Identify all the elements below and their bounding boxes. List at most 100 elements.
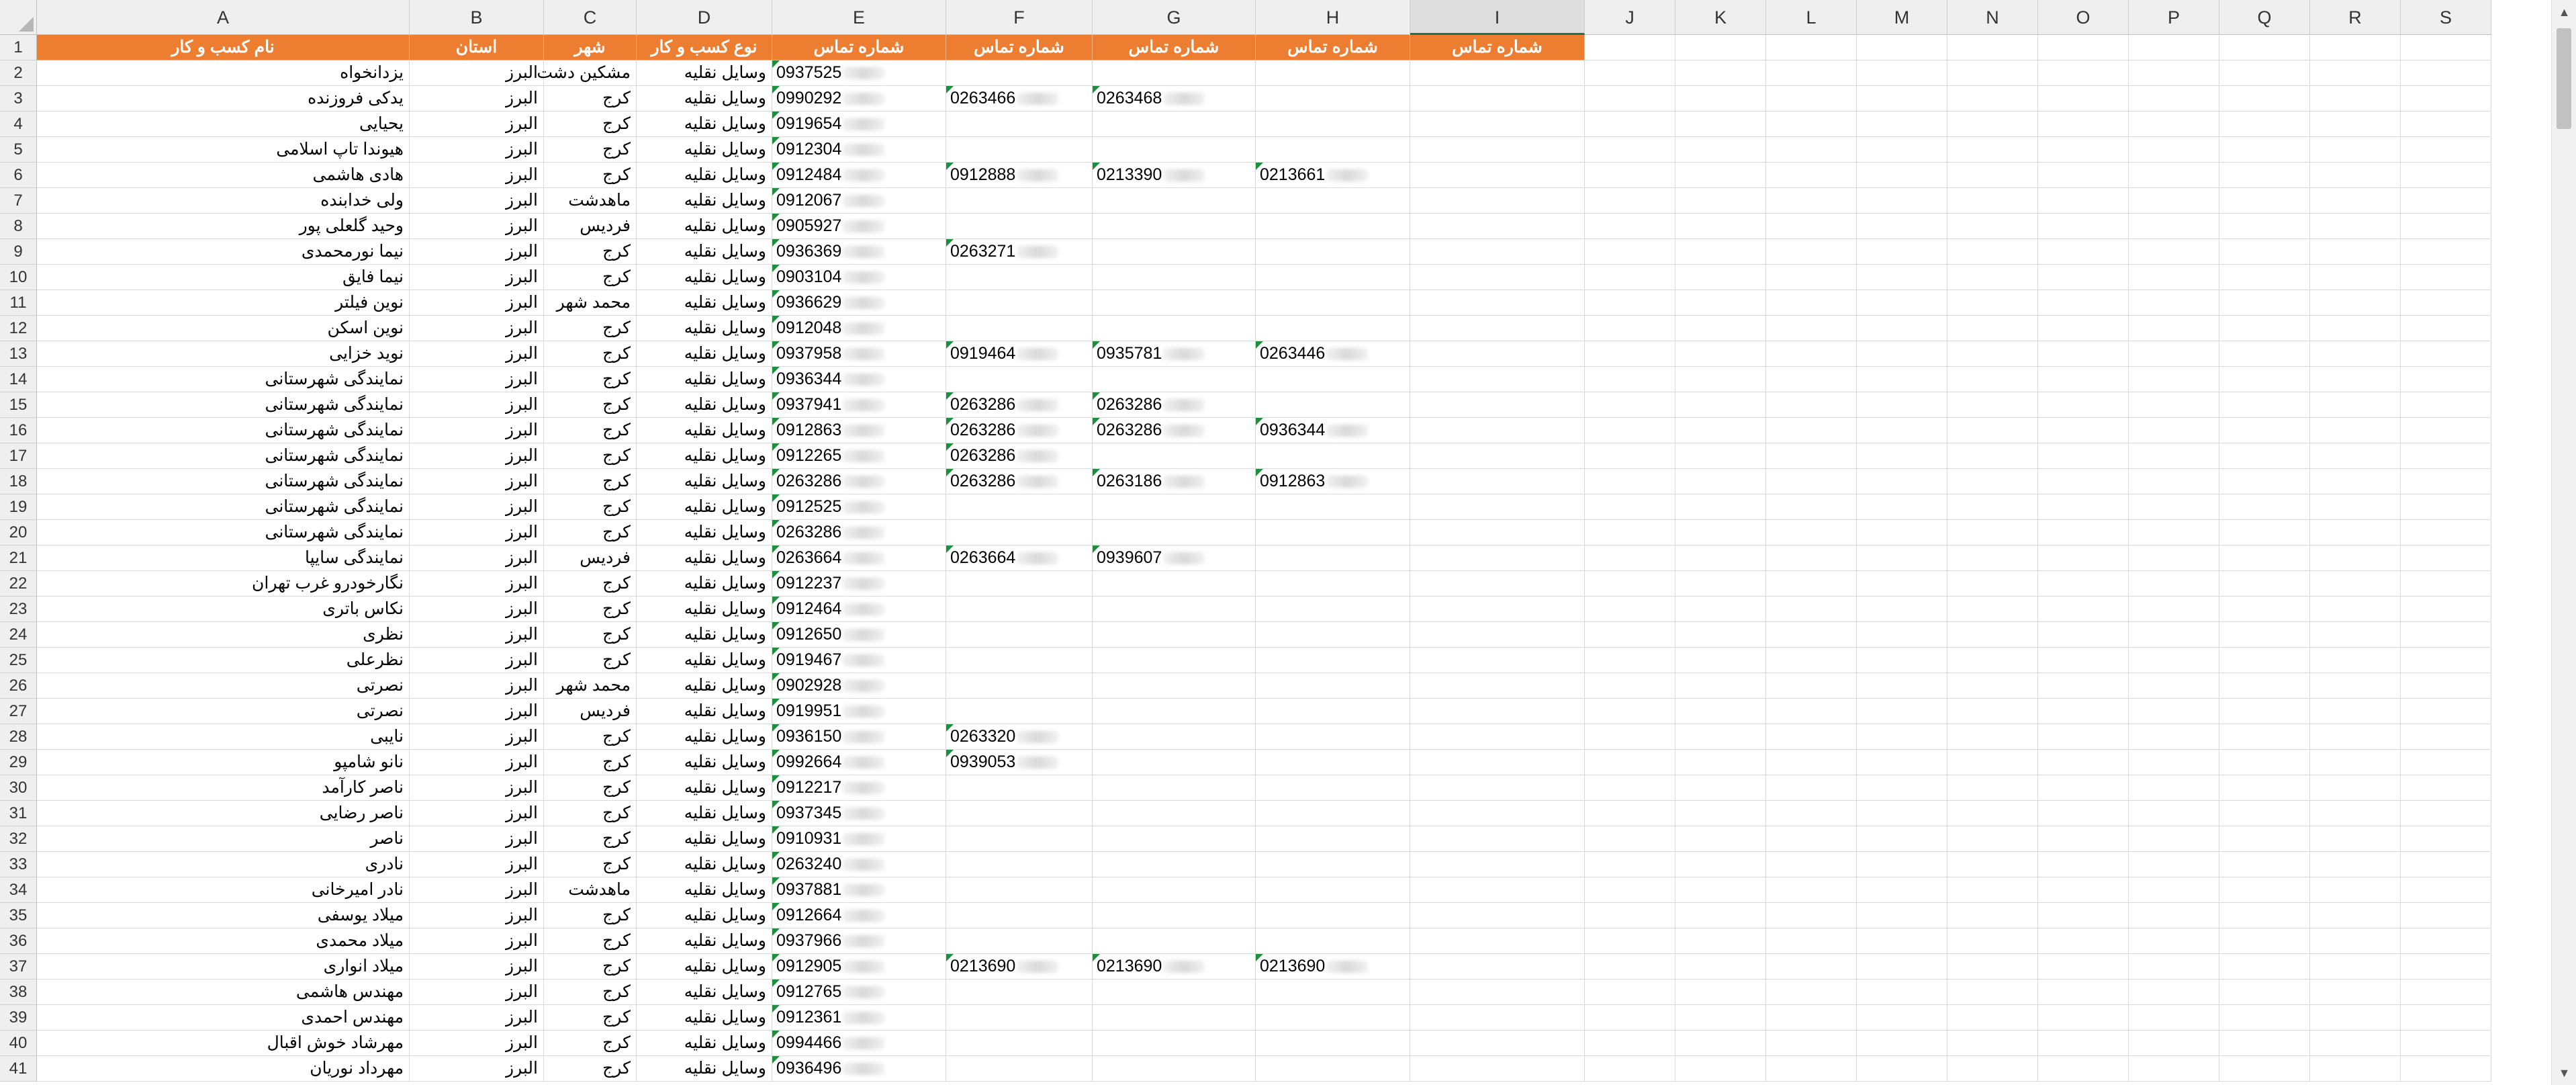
row-header[interactable]: 30	[0, 775, 37, 801]
empty-cell[interactable]	[2038, 1031, 2129, 1056]
empty-cell[interactable]	[2129, 546, 2219, 571]
business-type-cell[interactable]: وسایل نقلیه	[637, 214, 772, 239]
empty-cell[interactable]	[2401, 214, 2491, 239]
row-header[interactable]: 36	[0, 928, 37, 954]
province-cell[interactable]: البرز	[410, 520, 544, 546]
phone-cell[interactable]: 0912304	[772, 137, 946, 163]
city-cell[interactable]: کرج	[544, 724, 637, 750]
phone-cell[interactable]: 0912905	[772, 954, 946, 980]
empty-cell[interactable]	[1585, 137, 1675, 163]
empty-cell[interactable]	[2401, 852, 2491, 877]
empty-cell[interactable]	[1947, 928, 2038, 954]
empty-cell[interactable]	[2129, 673, 2219, 699]
row-header[interactable]: 10	[0, 265, 37, 290]
empty-cell[interactable]	[2310, 775, 2401, 801]
phone-cell[interactable]	[946, 1031, 1093, 1056]
empty-cell[interactable]	[1585, 112, 1675, 137]
phone-cell[interactable]	[1410, 775, 1585, 801]
city-cell[interactable]: کرج	[544, 903, 637, 928]
empty-cell[interactable]	[1766, 367, 1857, 392]
phone-cell[interactable]	[1093, 1056, 1256, 1082]
business-type-cell[interactable]: وسایل نقلیه	[637, 852, 772, 877]
empty-cell[interactable]	[1585, 443, 1675, 469]
city-cell[interactable]: کرج	[544, 86, 637, 112]
business-name-cell[interactable]: نظری	[37, 622, 410, 648]
empty-cell[interactable]	[2401, 60, 2491, 86]
phone-cell[interactable]: 0263286	[772, 520, 946, 546]
row-header[interactable]: 18	[0, 469, 37, 494]
empty-cell[interactable]	[1947, 724, 2038, 750]
empty-cell[interactable]	[1585, 214, 1675, 239]
phone-cell[interactable]	[1410, 571, 1585, 597]
empty-cell[interactable]	[1947, 750, 2038, 775]
business-type-cell[interactable]: وسایل نقلیه	[637, 265, 772, 290]
business-name-cell[interactable]: نکاس باتری	[37, 597, 410, 622]
business-name-cell[interactable]: یزدانخواه	[37, 60, 410, 86]
phone-cell[interactable]: 0912217	[772, 775, 946, 801]
empty-cell[interactable]	[2401, 801, 2491, 826]
empty-cell[interactable]	[1857, 724, 1947, 750]
empty-cell[interactable]	[2219, 265, 2310, 290]
empty-cell[interactable]	[1766, 341, 1857, 367]
phone-cell[interactable]: 0937941	[772, 392, 946, 418]
business-name-cell[interactable]: نمایندگی شهرستانی	[37, 494, 410, 520]
empty-cell[interactable]	[1947, 1005, 2038, 1031]
phone-cell[interactable]	[1093, 188, 1256, 214]
scroll-thumb[interactable]	[2557, 28, 2571, 129]
city-cell[interactable]: کرج	[544, 341, 637, 367]
row-header[interactable]: 12	[0, 316, 37, 341]
empty-cell[interactable]	[2310, 494, 2401, 520]
phone-cell[interactable]	[946, 571, 1093, 597]
business-type-cell[interactable]: وسایل نقلیه	[637, 188, 772, 214]
city-cell[interactable]: فردیس	[544, 699, 637, 724]
business-type-cell[interactable]: وسایل نقلیه	[637, 597, 772, 622]
empty-cell[interactable]	[1857, 775, 1947, 801]
empty-cell[interactable]	[2401, 443, 2491, 469]
empty-cell[interactable]	[2219, 1056, 2310, 1082]
empty-cell[interactable]	[2219, 903, 2310, 928]
phone-cell[interactable]	[946, 60, 1093, 86]
empty-cell[interactable]	[2401, 163, 2491, 188]
empty-cell[interactable]	[2310, 341, 2401, 367]
row-header[interactable]: 41	[0, 1056, 37, 1082]
empty-cell[interactable]	[2219, 239, 2310, 265]
column-header-s[interactable]: S	[2401, 0, 2491, 35]
phone-cell[interactable]	[1256, 928, 1410, 954]
empty-cell[interactable]	[1675, 316, 1766, 341]
empty-cell[interactable]	[1857, 239, 1947, 265]
empty-cell[interactable]	[2129, 826, 2219, 852]
province-cell[interactable]: البرز	[410, 214, 544, 239]
empty-cell[interactable]	[1857, 494, 1947, 520]
business-name-cell[interactable]: نوید خزایی	[37, 341, 410, 367]
column-header-k[interactable]: K	[1675, 0, 1766, 35]
empty-cell[interactable]	[2038, 290, 2129, 316]
empty-cell[interactable]	[2219, 35, 2310, 60]
province-cell[interactable]: البرز	[410, 469, 544, 494]
phone-cell[interactable]	[1256, 826, 1410, 852]
empty-cell[interactable]	[1947, 443, 2038, 469]
empty-cell[interactable]	[1766, 494, 1857, 520]
city-cell[interactable]: کرج	[544, 852, 637, 877]
city-cell[interactable]: ماهدشت	[544, 877, 637, 903]
empty-cell[interactable]	[1675, 392, 1766, 418]
empty-cell[interactable]	[1766, 877, 1857, 903]
empty-cell[interactable]	[2401, 112, 2491, 137]
phone-cell[interactable]: 0937345	[772, 801, 946, 826]
empty-cell[interactable]	[2310, 852, 2401, 877]
empty-cell[interactable]	[2401, 699, 2491, 724]
province-cell[interactable]: البرز	[410, 265, 544, 290]
empty-cell[interactable]	[1857, 392, 1947, 418]
spreadsheet-grid[interactable]: ABCDEFGHIJKLMNOPQRS 1 2 3 4 5 6 7 8 9 10 11 12 13 14 1…	[0, 0, 2551, 1085]
phone-cell[interactable]	[1093, 112, 1256, 137]
phone-cell[interactable]: 0912361	[772, 1005, 946, 1031]
business-name-cell[interactable]: نوین اسکن	[37, 316, 410, 341]
phone-cell[interactable]	[1093, 775, 1256, 801]
empty-cell[interactable]	[1947, 341, 2038, 367]
column-header-j[interactable]: J	[1585, 0, 1675, 35]
phone-cell[interactable]: 0263664	[946, 546, 1093, 571]
empty-cell[interactable]	[2129, 290, 2219, 316]
province-cell[interactable]: البرز	[410, 60, 544, 86]
row-header[interactable]: 21	[0, 546, 37, 571]
empty-cell[interactable]	[1766, 1056, 1857, 1082]
empty-cell[interactable]	[2401, 418, 2491, 443]
